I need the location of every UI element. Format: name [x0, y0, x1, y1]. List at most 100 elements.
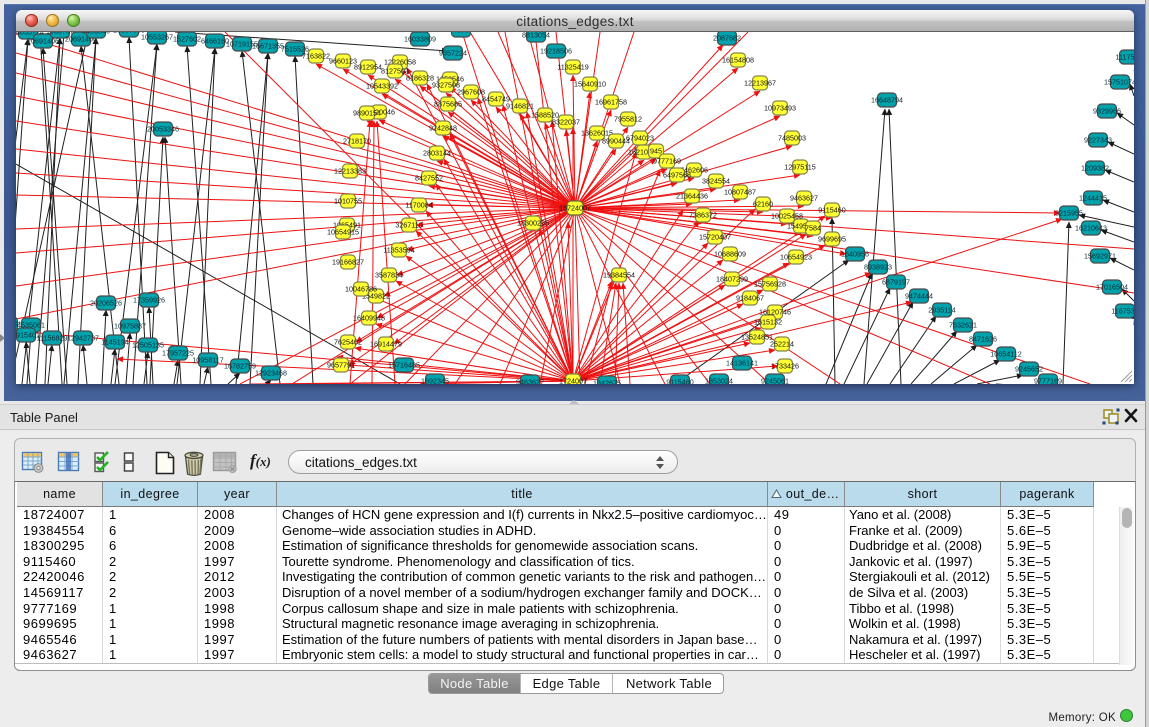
svg-text:16154808: 16154808	[722, 56, 754, 65]
svg-text:2803144: 2803144	[423, 149, 451, 158]
svg-text:1615132: 1615132	[754, 318, 782, 327]
svg-text:16210643: 16210643	[1075, 224, 1107, 233]
svg-text:8471626: 8471626	[969, 335, 997, 344]
svg-text:10553267: 10553267	[141, 33, 173, 42]
svg-text:1209382: 1209382	[1081, 164, 1109, 173]
svg-text:10958117: 10958117	[192, 356, 223, 365]
svg-text:9242848: 9242848	[429, 124, 457, 133]
svg-text:12975115: 12975115	[784, 163, 815, 172]
svg-text:10543392: 10543392	[366, 82, 398, 91]
svg-text:7485003: 7485003	[778, 134, 806, 143]
svg-text:1342675: 1342675	[593, 379, 621, 385]
svg-text:9327508: 9327508	[432, 81, 460, 90]
svg-text:1724007: 1724007	[559, 377, 587, 385]
svg-text:3267110: 3267110	[395, 221, 422, 230]
svg-text:6497568: 6497568	[663, 171, 691, 180]
svg-text:16648794: 16648794	[871, 96, 903, 105]
svg-text:18724007: 18724007	[559, 204, 591, 213]
svg-text:945: 945	[650, 147, 662, 156]
svg-text:9357224: 9357224	[439, 49, 467, 58]
svg-text:1692345: 1692345	[421, 377, 449, 385]
svg-text:6794023: 6794023	[626, 134, 654, 143]
svg-text:2718170: 2718170	[343, 137, 371, 146]
svg-text:9465546: 9465546	[82, 32, 110, 36]
svg-text:11325419: 11325419	[557, 63, 588, 72]
svg-text:3215955: 3215955	[1055, 209, 1083, 218]
svg-text:16782759: 16782759	[224, 362, 256, 371]
svg-text:10046786: 10046786	[345, 285, 377, 294]
svg-text:6466160: 6466160	[201, 37, 229, 46]
svg-text:7632621: 7632621	[949, 321, 977, 330]
svg-text:10973493: 10973493	[764, 104, 796, 113]
svg-text:18407299: 18407299	[716, 275, 748, 284]
svg-text:10654923: 10654923	[780, 253, 812, 262]
svg-text:12213383: 12213383	[334, 167, 366, 176]
svg-text:19218506: 19218506	[540, 47, 572, 56]
svg-text:1640956: 1640956	[841, 250, 869, 259]
svg-text:1167533: 1167533	[1111, 307, 1134, 316]
svg-text:10807487: 10807487	[724, 188, 756, 197]
svg-text:9890154: 9890154	[353, 109, 381, 118]
svg-text:252214: 252214	[770, 340, 794, 349]
svg-text:9245061: 9245061	[761, 377, 789, 385]
svg-text:14136141: 14136141	[726, 359, 758, 368]
svg-text:7955812: 7955812	[614, 115, 642, 124]
svg-text:9777169: 9777169	[1034, 377, 1062, 385]
svg-text:2935114: 2935114	[928, 306, 955, 315]
svg-text:20053346: 20053346	[147, 125, 179, 134]
svg-text:7625402: 7625402	[334, 338, 362, 347]
svg-text:2967608: 2967608	[457, 88, 485, 97]
svg-text:8322037: 8322037	[552, 118, 580, 127]
svg-text:17016504: 17016504	[1096, 283, 1128, 292]
svg-text:19166827: 19166827	[332, 258, 364, 267]
svg-text:16409948: 16409948	[353, 314, 385, 323]
svg-text:18300295: 18300295	[517, 219, 549, 228]
svg-text:10654915: 10654915	[327, 228, 359, 237]
svg-text:10654112: 10654112	[990, 350, 1021, 359]
svg-text:15692971: 15692971	[1084, 252, 1116, 261]
svg-text:6879197: 6879197	[882, 278, 910, 287]
svg-text:15720407: 15720407	[699, 233, 731, 242]
svg-text:17359926: 17359926	[133, 296, 165, 305]
svg-text:9474444: 9474444	[905, 292, 933, 301]
svg-text:1244415: 1244415	[1079, 194, 1107, 203]
svg-text:17957225: 17957225	[162, 349, 194, 358]
svg-text:8427552: 8427552	[415, 174, 443, 183]
svg-text:15756928: 15756928	[754, 280, 786, 289]
svg-text:20206526: 20206526	[90, 299, 122, 308]
svg-text:16033809: 16033809	[404, 35, 436, 44]
svg-text:2087682: 2087682	[713, 34, 741, 43]
svg-text:9115460: 9115460	[666, 378, 693, 385]
svg-text:4075: 4075	[453, 32, 469, 35]
svg-text:1853024: 1853024	[705, 377, 733, 385]
svg-text:1733426: 1733426	[771, 362, 799, 371]
svg-text:9777169: 9777169	[653, 157, 681, 166]
svg-text:9245652: 9245652	[1015, 365, 1043, 374]
svg-text:8938923: 8938923	[864, 263, 892, 272]
svg-text:9184067: 9184067	[736, 294, 764, 303]
svg-text:11156829: 11156829	[37, 334, 68, 343]
svg-text:9657791: 9657791	[327, 361, 355, 370]
svg-text:13524851: 13524851	[741, 333, 773, 342]
svg-text:16914479: 16914479	[370, 340, 402, 349]
svg-text:9227343: 9227343	[1084, 136, 1112, 145]
svg-text:1527602: 1527602	[173, 35, 201, 44]
svg-text:16671355: 16671355	[252, 42, 284, 51]
svg-text:12923468: 12923468	[255, 369, 287, 378]
svg-text:7163822: 7163822	[302, 52, 330, 61]
svg-text:12942737: 12942737	[67, 334, 99, 343]
svg-text:15716485: 15716485	[388, 361, 420, 370]
svg-text:1010755: 1010755	[334, 197, 362, 206]
svg-text:11353594: 11353594	[383, 246, 414, 255]
svg-text:8875685: 8875685	[434, 100, 462, 109]
svg-text:16961758: 16961758	[595, 98, 627, 107]
svg-text:7584: 7584	[805, 224, 821, 233]
svg-text:21364436: 21364436	[676, 192, 708, 201]
svg-text:3587834: 3587834	[375, 271, 403, 280]
svg-text:8813054: 8813054	[522, 32, 550, 40]
svg-text:10975887: 10975887	[114, 322, 146, 331]
svg-text:1145194: 1145194	[101, 338, 128, 347]
svg-text:7386372: 7386372	[689, 211, 717, 220]
svg-text:9463627: 9463627	[790, 194, 818, 203]
svg-text:9115460: 9115460	[818, 206, 845, 215]
